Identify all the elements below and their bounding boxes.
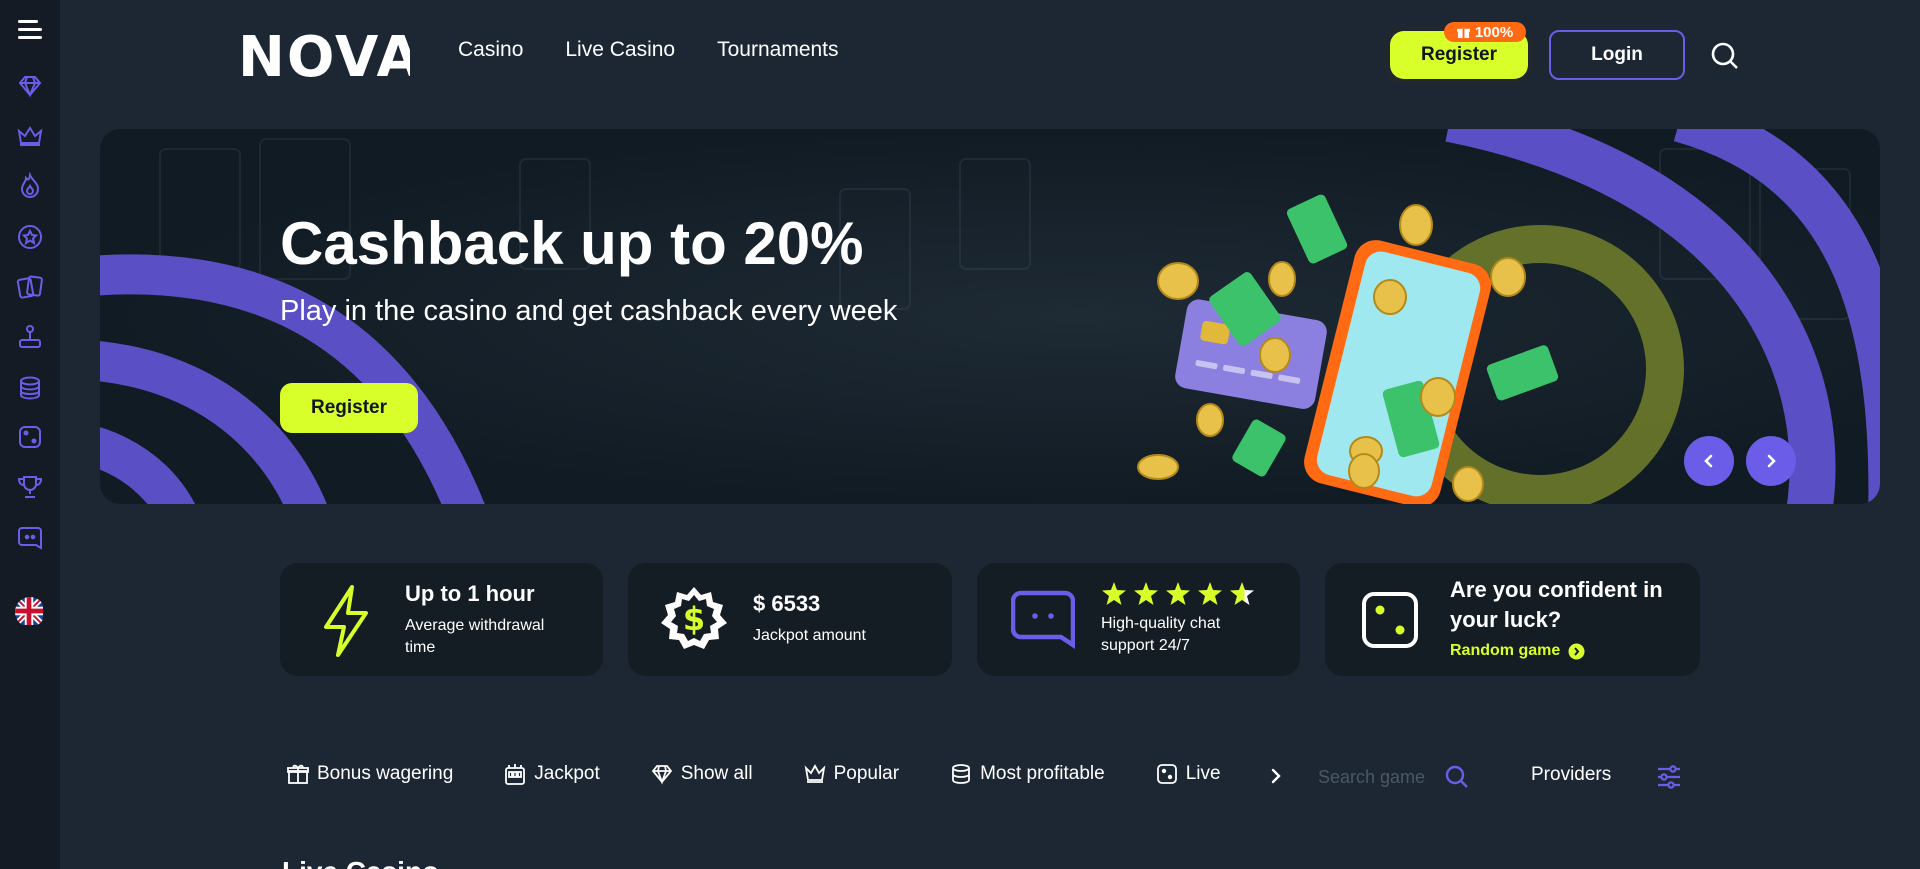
slot-machine-icon [505,764,526,785]
gift-icon [1456,28,1470,38]
banner-register-button[interactable]: Register [280,383,418,433]
search-icon[interactable] [1444,764,1470,790]
cards-icon[interactable] [0,269,60,305]
star-icon [1166,582,1190,605]
joystick-icon[interactable] [0,319,60,355]
category-live[interactable]: Live [1155,762,1221,786]
nav-tournaments[interactable]: Tournaments [717,38,838,62]
trophy-icon[interactable] [0,469,60,505]
coins-icon [952,764,970,784]
category-most-profitable[interactable]: Most profitable [949,762,1105,786]
category-bar: Bonus wagering Jackpot Show all Popular … [286,762,1271,786]
luck-title: Are you confident in your luck? [1450,577,1663,632]
category-popular[interactable]: Popular [803,762,900,786]
category-label: Live [1185,763,1221,784]
chat-icon [1011,590,1075,649]
feature-card-luck: Are you confident in your luck? Random g… [1325,563,1700,676]
star-icon [1134,582,1158,605]
star-icon [1102,582,1126,605]
category-jackpot[interactable]: Jackpot [503,762,600,786]
category-label: Popular [833,763,900,784]
bonus-badge: 100% [1444,22,1526,42]
svg-text:$: $ [683,600,705,638]
random-game-link[interactable]: Random game [1450,642,1585,660]
providers-button[interactable]: Providers [1531,764,1611,786]
coins-icon[interactable] [0,370,60,406]
banner-subtitle: Play in the casino and get cashback ever… [280,295,898,327]
section-title-live-casino: Live Casino [282,856,439,869]
top-nav: Casino Live Casino Tournaments [458,38,839,62]
flame-icon[interactable] [0,168,60,204]
star-icon [1230,582,1254,605]
banner-next-button[interactable] [1746,436,1796,486]
dice-icon [1362,592,1418,648]
rating-stars [1101,581,1255,606]
support-desc: High-quality chat support 24/7 [1101,615,1221,654]
star-badge-icon[interactable] [0,219,60,255]
feature-card-jackpot: $ $ 6533 Jackpot amount [628,563,952,676]
search-icon[interactable] [1709,40,1741,72]
search-game-input[interactable] [1318,764,1458,790]
category-label: Most profitable [980,763,1105,784]
nova-logo-mark: NOVA [238,26,410,84]
star-icon [1198,582,1222,605]
filter-sliders-icon[interactable] [1655,763,1683,791]
dollar-badge-icon: $ [661,587,727,649]
categories-next-icon[interactable] [1265,765,1287,787]
banner-prev-button[interactable] [1684,436,1734,486]
nav-casino[interactable]: Casino [458,38,523,62]
chevron-right-icon [1767,454,1776,468]
lightning-icon [324,585,368,657]
chevron-left-icon [1704,454,1713,468]
sidebar [0,0,60,869]
category-label: Show all [680,763,753,784]
random-game-label: Random game [1450,642,1561,659]
gift-icon [287,764,309,784]
jackpot-amount: $ 6533 [753,591,821,616]
withdrawal-title: Up to 1 hour [405,581,535,606]
withdrawal-desc: Average withdrawal time [405,617,545,656]
dice-icon [1156,764,1177,784]
bonus-badge-text: 100% [1474,23,1514,41]
dice-icon[interactable] [0,419,60,455]
category-label: Bonus wagering [317,763,454,784]
crown-icon[interactable] [0,119,60,155]
arrow-circle-icon [1568,643,1585,659]
category-label: Jackpot [534,763,600,784]
promo-banner: Cashback up to 20% Play in the casino an… [100,129,1880,504]
diamond-icon[interactable] [0,68,60,104]
crown-icon [804,764,825,783]
menu-icon[interactable] [0,12,60,48]
jackpot-desc: Jackpot amount [753,627,866,644]
category-show-all[interactable]: Show all [650,762,753,786]
nav-live-casino[interactable]: Live Casino [565,38,675,62]
logo[interactable]: NOVA [238,26,410,84]
category-bonus-wagering[interactable]: Bonus wagering [286,762,453,786]
diamond-icon [651,765,672,785]
banner-title: Cashback up to 20% [280,210,864,277]
chat-icon[interactable] [0,520,60,556]
feature-card-withdrawal: Up to 1 hour Average withdrawal time [280,563,603,676]
logo-text-n: NOVA [238,26,410,84]
feature-card-support: High-quality chat support 24/7 [977,563,1300,676]
login-button[interactable]: Login [1549,30,1685,80]
uk-flag-icon[interactable] [0,594,60,630]
